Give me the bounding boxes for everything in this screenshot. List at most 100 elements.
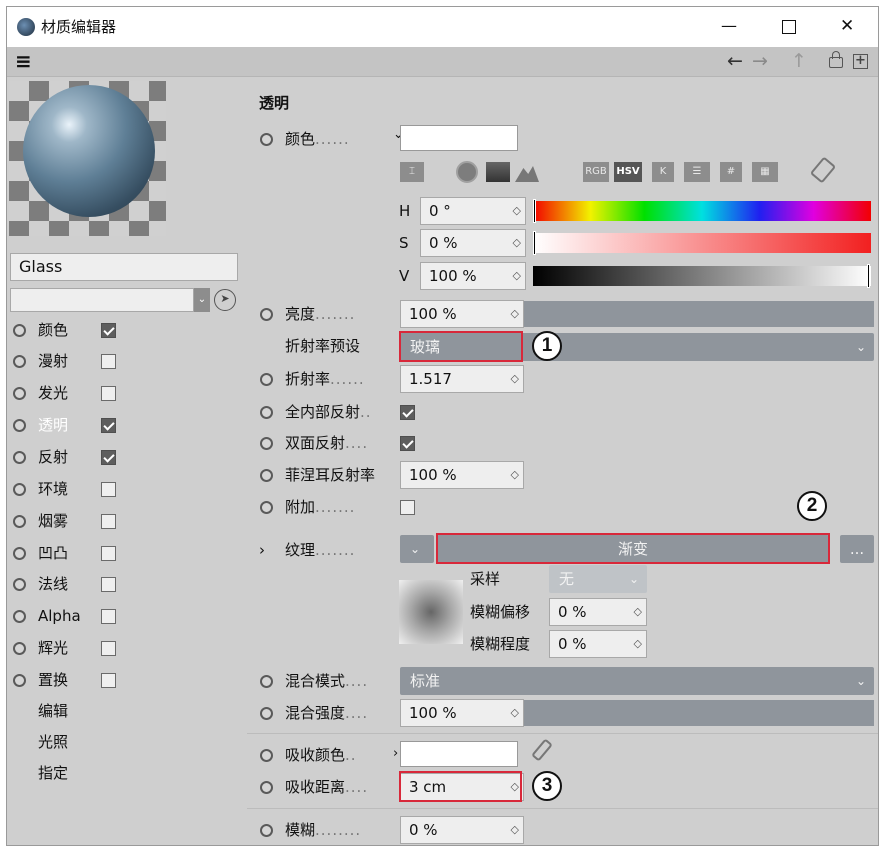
illumination-item[interactable]: 光照: [38, 732, 68, 752]
texture-menu-button[interactable]: ⌄: [400, 535, 434, 563]
fresnel-input[interactable]: 100 % ◇: [400, 461, 524, 489]
color-swatch[interactable]: [400, 125, 518, 151]
channel-item-active[interactable]: 透明: [13, 414, 233, 438]
up-arrow-icon[interactable]: ↑: [791, 51, 807, 71]
channel-checkbox[interactable]: [101, 546, 116, 561]
mix-strength-label: 混合强度....: [285, 704, 369, 722]
assignment-item[interactable]: 指定: [38, 763, 68, 783]
param-radio-icon: [260, 781, 273, 794]
close-button[interactable]: ✕: [840, 16, 854, 36]
additive-checkbox[interactable]: [400, 500, 415, 515]
blur-offset-input[interactable]: 0 % ◇: [549, 598, 647, 626]
new-panel-icon[interactable]: +: [853, 54, 868, 69]
pick-cursor-icon[interactable]: ➤: [214, 289, 236, 311]
total-internal-checkbox[interactable]: [400, 405, 415, 420]
back-arrow-icon[interactable]: ←: [727, 51, 743, 71]
channel-label: 反射: [38, 448, 69, 466]
blur-scale-label: 模糊程度: [470, 635, 531, 653]
brightness-input[interactable]: 100 % ◇: [400, 300, 524, 328]
v-label: V: [399, 267, 410, 285]
channel-checkbox[interactable]: [101, 577, 116, 592]
menu-icon[interactable]: ≡: [15, 51, 32, 71]
channel-item[interactable]: 凹凸: [13, 542, 233, 566]
channel-item[interactable]: 法线: [13, 573, 233, 597]
channel-radio-icon: [13, 387, 26, 400]
material-name-field[interactable]: Glass: [10, 253, 238, 281]
ior-input[interactable]: 1.517 ◇: [400, 365, 524, 393]
mix-strength-slider[interactable]: [524, 700, 874, 726]
channel-item[interactable]: 辉光: [13, 637, 233, 661]
texture-preview[interactable]: [399, 580, 463, 644]
edit-item[interactable]: 编辑: [38, 701, 68, 721]
channel-checkbox[interactable]: [101, 514, 116, 529]
wheel-icon[interactable]: ⌶: [400, 162, 424, 182]
channel-item[interactable]: 反射: [13, 446, 233, 470]
param-radio-icon: [260, 707, 273, 720]
channel-item[interactable]: 置换: [13, 669, 233, 693]
h-label: H: [399, 202, 411, 220]
mix-strength-input[interactable]: 100 % ◇: [400, 699, 524, 727]
eyedropper-icon[interactable]: [809, 156, 837, 184]
texture-highlight: [436, 533, 830, 564]
hue-slider[interactable]: [533, 201, 871, 221]
texture-more-button[interactable]: ...: [840, 535, 874, 563]
forward-arrow-icon[interactable]: →: [752, 51, 768, 71]
layer-dropdown-button[interactable]: ⌄: [194, 288, 210, 312]
channel-item[interactable]: 颜色: [13, 319, 233, 343]
v-input[interactable]: 100 % ◇: [420, 262, 526, 290]
absorption-expand-icon[interactable]: ›: [393, 744, 398, 764]
channel-item[interactable]: 烟雾: [13, 510, 233, 534]
channel-label: 凹凸: [38, 544, 69, 562]
color-wheel-icon[interactable]: [456, 161, 478, 183]
hex-mode-button[interactable]: #: [720, 162, 742, 182]
blur-input[interactable]: 0 % ◇: [400, 816, 524, 844]
preview-sphere: [23, 85, 155, 217]
sampling-label: 采样: [470, 570, 501, 588]
hue-slider-handle[interactable]: [533, 199, 536, 223]
brightness-slider[interactable]: [524, 301, 874, 327]
value-slider-handle[interactable]: [867, 264, 870, 288]
channel-checkbox[interactable]: [101, 482, 116, 497]
material-preview[interactable]: [9, 81, 166, 236]
absorption-eyedropper-icon[interactable]: [531, 738, 553, 762]
material-layer-select[interactable]: [10, 288, 194, 312]
color-label: 颜色......: [285, 130, 350, 148]
channel-checkbox[interactable]: [101, 354, 116, 369]
absorption-color-swatch[interactable]: [400, 741, 518, 767]
saturation-slider[interactable]: [533, 233, 871, 253]
channel-checkbox[interactable]: [101, 641, 116, 656]
mixer-mode-button[interactable]: ☰: [684, 162, 710, 182]
param-radio-icon: [260, 437, 273, 450]
texture-expand-icon[interactable]: ›: [259, 540, 265, 560]
channel-checkbox[interactable]: [101, 386, 116, 401]
toolbar: ≡ ← → ↑ +: [7, 47, 878, 77]
maximize-button[interactable]: [782, 20, 796, 34]
double-sided-checkbox[interactable]: [400, 436, 415, 451]
channel-radio-icon: [13, 674, 26, 687]
channel-checkbox[interactable]: [101, 450, 116, 465]
channel-checkbox[interactable]: [101, 609, 116, 624]
sampling-dropdown[interactable]: 无 ⌄: [549, 565, 647, 593]
saturation-slider-handle[interactable]: [533, 231, 536, 255]
param-radio-icon: [260, 406, 273, 419]
channel-item[interactable]: Alpha: [13, 605, 233, 629]
h-input[interactable]: 0 ° ◇: [420, 197, 526, 225]
mix-mode-dropdown[interactable]: 标准 ⌄: [400, 667, 874, 695]
spectrum-icon[interactable]: [486, 162, 510, 182]
channel-checkbox[interactable]: [101, 323, 116, 338]
rgb-mode-button[interactable]: RGB: [583, 162, 609, 182]
blur-scale-input[interactable]: 0 % ◇: [549, 630, 647, 658]
channel-item[interactable]: 环境: [13, 478, 233, 502]
kelvin-mode-button[interactable]: K: [652, 162, 674, 182]
s-input[interactable]: 0 % ◇: [420, 229, 526, 257]
channel-checkbox[interactable]: [101, 673, 116, 688]
ior-preset-highlight: [399, 331, 523, 362]
channel-item[interactable]: 发光: [13, 382, 233, 406]
value-slider[interactable]: [533, 266, 871, 286]
channel-checkbox[interactable]: [101, 418, 116, 433]
minimize-button[interactable]: —: [721, 16, 737, 36]
hsv-mode-button[interactable]: HSV: [614, 162, 642, 182]
image-picker-icon[interactable]: [515, 166, 539, 182]
swatches-mode-button[interactable]: ▦: [752, 162, 778, 182]
channel-item[interactable]: 漫射: [13, 350, 233, 374]
